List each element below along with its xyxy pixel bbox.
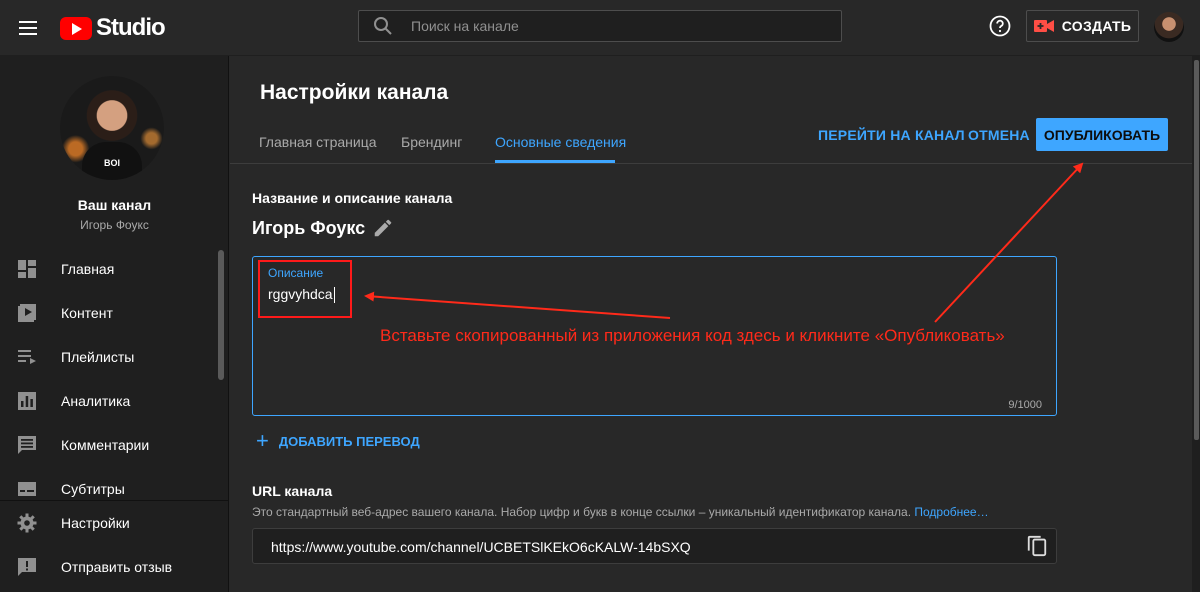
- hamburger-menu-icon[interactable]: [16, 16, 40, 40]
- sidebar-item-label: Субтитры: [61, 481, 125, 497]
- instruction-annotation: Вставьте скопированный из приложения код…: [380, 326, 1005, 345]
- active-tab-indicator: [495, 160, 615, 163]
- pencil-icon[interactable]: [372, 217, 394, 239]
- sidebar-item-comments[interactable]: Комментарии: [0, 423, 218, 467]
- analytics-icon: [18, 392, 36, 410]
- publish-button[interactable]: ОПУБЛИКОВАТЬ: [1036, 118, 1168, 151]
- channel-url-value: https://www.youtube.com/channel/UCBETSlK…: [271, 539, 691, 555]
- channel-name: Игорь Фоукс: [80, 218, 149, 232]
- channel-avatar[interactable]: BOI: [60, 76, 164, 180]
- tab-home-page[interactable]: Главная страница: [259, 134, 377, 150]
- feedback-icon: [18, 558, 36, 576]
- your-channel-label: Ваш канал: [77, 197, 152, 213]
- name-description-section-title: Название и описание канала: [252, 190, 453, 206]
- sidebar-item-settings[interactable]: Настройки: [0, 501, 218, 545]
- account-avatar[interactable]: [1154, 12, 1184, 42]
- sidebar-scrollbar[interactable]: [218, 250, 224, 380]
- sidebar-item-label: Комментарии: [61, 437, 150, 453]
- sidebar-item-playlists[interactable]: Плейлисты: [0, 335, 218, 379]
- search-icon: [374, 17, 392, 35]
- channel-url-field[interactable]: https://www.youtube.com/channel/UCBETSlK…: [252, 528, 1057, 564]
- page-scrollbar-thumb[interactable]: [1194, 60, 1199, 440]
- go-to-channel-button[interactable]: ПЕРЕЙТИ НА КАНАЛ: [818, 127, 965, 143]
- url-section-description: Это стандартный веб-адрес вашего канала.…: [252, 505, 989, 519]
- studio-logo[interactable]: Studio: [60, 13, 166, 43]
- sidebar-item-analytics[interactable]: Аналитика: [0, 379, 218, 423]
- video-camera-icon: [1033, 20, 1054, 32]
- sidebar-item-content[interactable]: Контент: [0, 291, 218, 335]
- page-title: Настройки канала: [260, 81, 449, 104]
- annotation-highlight-box: [258, 260, 352, 318]
- sidebar-bottom-section: Настройки Отправить отзыв: [0, 500, 228, 592]
- youtube-play-icon: [60, 16, 92, 40]
- create-label: СОЗДАТЬ: [1061, 18, 1132, 34]
- char-counter: 9/1000: [1008, 399, 1042, 411]
- search-bar[interactable]: [358, 10, 842, 42]
- tab-basic-info[interactable]: Основные сведения: [495, 134, 626, 150]
- add-translation-label: ДОБАВИТЬ ПЕРЕВОД: [278, 433, 420, 449]
- help-icon[interactable]: [988, 14, 1012, 38]
- cancel-button[interactable]: ОТМЕНА: [968, 127, 1030, 143]
- sidebar-item-label: Плейлисты: [61, 349, 135, 365]
- comments-icon: [18, 436, 36, 454]
- sidebar-item-label: Настройки: [61, 515, 130, 531]
- tab-branding[interactable]: Брендинг: [401, 134, 462, 150]
- gear-icon: [17, 513, 37, 533]
- top-bar: Studio СОЗДАТЬ: [0, 0, 1200, 56]
- learn-more-link[interactable]: Подробнее…: [914, 505, 988, 519]
- sidebar-item-dashboard[interactable]: Главная: [0, 247, 218, 291]
- video-content-icon: [18, 304, 36, 322]
- sidebar-item-label: Главная: [61, 261, 115, 277]
- main-content: Настройки канала Главная страница Бренди…: [230, 56, 1192, 592]
- sidebar-item-label: Отправить отзыв: [61, 559, 173, 575]
- playlist-icon: [18, 350, 36, 364]
- sidebar-item-feedback[interactable]: Отправить отзыв: [0, 545, 218, 589]
- dashboard-icon: [18, 260, 36, 278]
- channel-title: Игорь Фоукс: [252, 218, 366, 238]
- sidebar-item-label: Аналитика: [61, 393, 131, 409]
- search-input[interactable]: [411, 18, 811, 34]
- copy-icon[interactable]: [1026, 535, 1048, 557]
- add-translation-button[interactable]: + ДОБАВИТЬ ПЕРЕВОД: [256, 430, 420, 452]
- subtitles-icon: [18, 482, 36, 496]
- shirt-text: BOI: [104, 158, 121, 168]
- create-button[interactable]: СОЗДАТЬ: [1026, 10, 1139, 42]
- url-section-title: URL канала: [252, 483, 333, 499]
- sidebar-item-label: Контент: [61, 305, 113, 321]
- plus-icon: +: [256, 428, 269, 453]
- sidebar: BOI Ваш канал Игорь Фоукс Главная Контен…: [0, 56, 229, 592]
- logo-text: Studio: [96, 14, 166, 41]
